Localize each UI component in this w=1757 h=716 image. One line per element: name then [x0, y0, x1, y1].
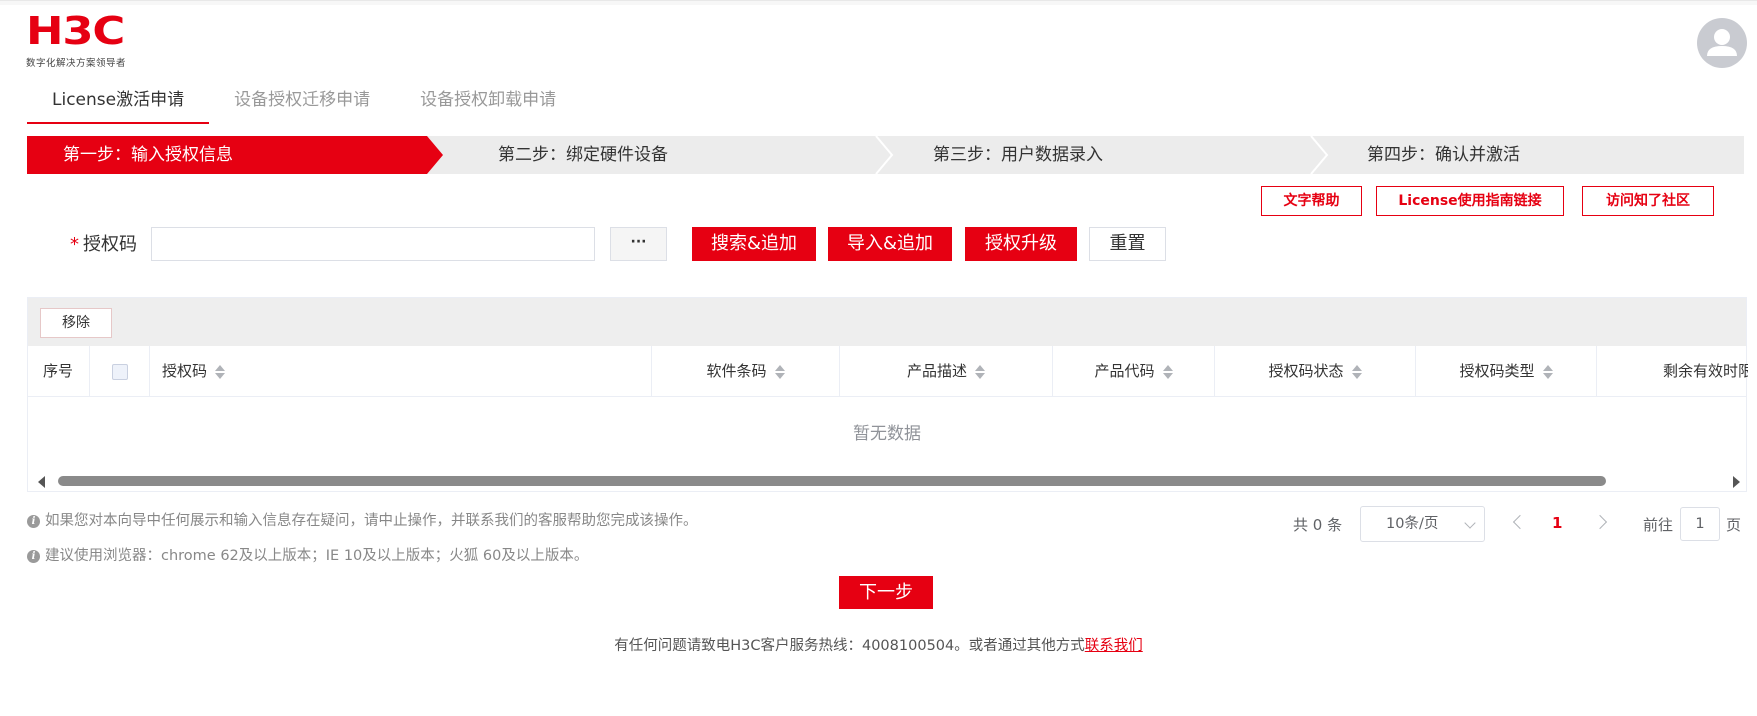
license-code-input[interactable]	[151, 227, 595, 261]
h3c-logo: H3C 数字化解决方案领导者	[26, 12, 166, 69]
note-browser-text: 建议使用浏览器：chrome 62及以上版本；IE 10及以上版本；火狐 60及…	[45, 548, 589, 564]
step-separator-icon	[1310, 136, 1329, 174]
contact-us-link[interactable]: 联系我们	[1085, 638, 1143, 654]
community-link-button[interactable]: 访问知了社区	[1582, 186, 1714, 216]
pagination-total: 共 0 条	[1293, 516, 1343, 534]
col-license-code: 授权码	[150, 346, 652, 397]
license-guide-link-button[interactable]: License使用指南链接	[1376, 186, 1564, 216]
user-avatar-icon[interactable]	[1697, 18, 1747, 68]
col-index: 序号	[28, 346, 90, 397]
col-select	[90, 346, 150, 397]
remove-button[interactable]: 移除	[40, 308, 112, 338]
top-border	[0, 0, 1757, 5]
col-remaining-days-label: 剩余有效时限（天）	[1663, 362, 1748, 380]
col-product-code: 产品代码	[1053, 346, 1215, 397]
select-all-checkbox[interactable]	[111, 363, 128, 380]
col-product-desc-label: 产品描述	[906, 362, 967, 380]
info-icon: i	[27, 515, 40, 528]
scrollbar-thumb[interactable]	[58, 476, 1606, 486]
tab-device-migration[interactable]: 设备授权迁移申请	[209, 84, 395, 124]
prev-page-icon[interactable]	[1512, 514, 1528, 530]
chevron-down-icon	[1464, 517, 1476, 529]
license-code-label-text: 授权码	[83, 234, 137, 255]
scroll-left-icon[interactable]	[38, 476, 45, 488]
note-support: i 如果您对本向导中任何展示和输入信息存在疑问，请中止操作，并联系我们的客服帮助您…	[27, 509, 698, 530]
text-help-button[interactable]: 文字帮助	[1261, 186, 1362, 216]
sort-icon[interactable]	[975, 364, 985, 380]
goto-label: 前往	[1643, 516, 1674, 534]
next-page-icon[interactable]	[1592, 514, 1608, 530]
goto-page-input[interactable]	[1680, 507, 1720, 541]
col-license-type: 授权码类型	[1416, 346, 1597, 397]
page-size-select[interactable]: 10条/页	[1360, 506, 1485, 542]
info-icon: i	[27, 550, 40, 563]
step-2-bind-hardware: 第二步：绑定硬件设备	[498, 145, 668, 165]
col-license-code-label: 授权码	[162, 362, 208, 380]
sort-icon[interactable]	[1351, 364, 1362, 380]
user-silhouette-icon	[1707, 29, 1737, 56]
step-3-user-data: 第三步：用户数据录入	[933, 145, 1103, 165]
step-4-confirm-activate: 第四步：确认并激活	[1367, 145, 1520, 165]
horizontal-scrollbar[interactable]	[28, 471, 1746, 491]
sort-icon[interactable]	[774, 364, 785, 380]
next-step-button[interactable]: 下一步	[839, 576, 933, 609]
import-add-button[interactable]: 导入&追加	[828, 227, 952, 261]
footer-hotline-text: 有任何问题请致电H3C客户服务热线：4008100504。或者通过其他方式	[614, 638, 1085, 654]
license-table: 移除 序号 授权码 软件条码 产品描述 产品代码 授权码状态 授权码类型 剩余有…	[27, 297, 1748, 492]
sort-icon[interactable]	[215, 364, 226, 380]
page-unit-label: 页	[1726, 516, 1742, 534]
col-remaining-days: 剩余有效时限（天）	[1597, 346, 1748, 397]
page-size-value: 10条/页	[1386, 516, 1439, 532]
scroll-right-icon[interactable]	[1733, 476, 1740, 488]
tab-license-activation[interactable]: License激活申请	[27, 84, 210, 124]
col-license-type-label: 授权码类型	[1459, 362, 1535, 380]
search-add-button[interactable]: 搜索&追加	[692, 227, 816, 261]
logo-tagline: 数字化解决方案领导者	[26, 58, 127, 69]
note-support-text: 如果您对本向导中任何展示和输入信息存在疑问，请中止操作，并联系我们的客服帮助您完…	[45, 513, 698, 529]
sort-icon[interactable]	[1162, 364, 1173, 380]
col-product-code-label: 产品代码	[1094, 362, 1155, 380]
col-software-barcode-label: 软件条码	[706, 362, 767, 380]
step-1-enter-license: 第一步：输入授权信息	[27, 136, 443, 174]
table-header: 序号 授权码 软件条码 产品描述 产品代码 授权码状态 授权码类型 剩余有效时限…	[28, 346, 1748, 397]
table-toolbar: 移除	[28, 298, 1746, 346]
license-code-label: * 授权码	[70, 230, 137, 256]
col-license-status-label: 授权码状态	[1268, 362, 1344, 380]
sort-icon[interactable]	[1542, 364, 1553, 380]
note-browser: i 建议使用浏览器：chrome 62及以上版本；IE 10及以上版本；火狐 60…	[27, 544, 588, 565]
license-upgrade-button[interactable]: 授权升级	[965, 227, 1077, 261]
footer: 有任何问题请致电H3C客户服务热线：4008100504。或者通过其他方式联系我…	[0, 634, 1757, 655]
more-options-button[interactable]: ···	[610, 227, 667, 261]
reset-button[interactable]: 重置	[1089, 227, 1166, 261]
wizard-steps: 第一步：输入授权信息 第二步：绑定硬件设备 第三步：用户数据录入 第四步：确认并…	[27, 136, 1744, 174]
step-separator-icon	[875, 136, 894, 174]
required-mark: *	[70, 234, 79, 255]
tab-device-uninstall[interactable]: 设备授权卸载申请	[395, 84, 581, 124]
application-tabs: License激活申请 设备授权迁移申请 设备授权卸载申请	[27, 84, 581, 124]
current-page[interactable]: 1	[1552, 514, 1562, 532]
col-index-label: 序号	[43, 362, 74, 380]
col-license-status: 授权码状态	[1215, 346, 1416, 397]
col-product-desc: 产品描述	[840, 346, 1053, 397]
empty-state: 暂无数据	[853, 424, 921, 444]
logo-mark: H3C	[26, 9, 125, 53]
col-software-barcode: 软件条码	[652, 346, 840, 397]
